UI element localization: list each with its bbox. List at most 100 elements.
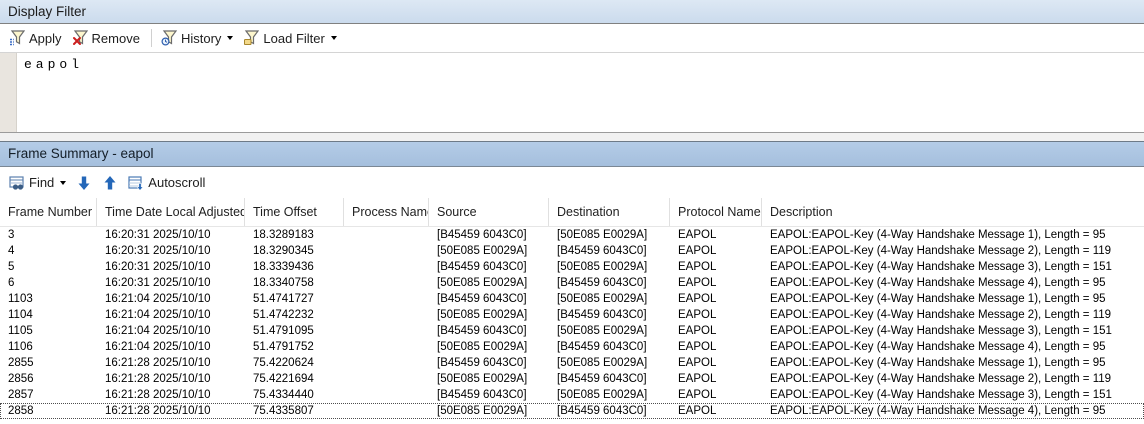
filter-history-icon xyxy=(161,30,177,46)
cell-frame-number: 1104 xyxy=(0,307,97,323)
cell-time-date-local-adjusted: 16:21:28 2025/10/10 xyxy=(97,403,245,419)
cell-process-name xyxy=(344,259,429,275)
cell-process-name xyxy=(344,291,429,307)
cell-time-date-local-adjusted: 16:20:31 2025/10/10 xyxy=(97,227,245,243)
cell-description: EAPOL:EAPOL-Key (4-Way Handshake Message… xyxy=(762,259,1144,275)
cell-protocol-name: EAPOL xyxy=(670,355,762,371)
cell-source: [B45459 6043C0] xyxy=(429,387,549,403)
cell-description: EAPOL:EAPOL-Key (4-Way Handshake Message… xyxy=(762,307,1144,323)
cell-time-date-local-adjusted: 16:20:31 2025/10/10 xyxy=(97,259,245,275)
cell-time-offset: 51.4741727 xyxy=(245,291,344,307)
cell-protocol-name: EAPOL xyxy=(670,243,762,259)
cell-frame-number: 1103 xyxy=(0,291,97,307)
table-row[interactable]: 616:20:31 2025/10/1018.3340758[50E085 E0… xyxy=(0,275,1144,291)
table-row[interactable]: 110516:21:04 2025/10/1051.4791095[B45459… xyxy=(0,323,1144,339)
cell-process-name xyxy=(344,387,429,403)
cell-protocol-name: EAPOL xyxy=(670,403,762,419)
cell-destination: [B45459 6043C0] xyxy=(549,275,670,291)
table-row[interactable]: 110416:21:04 2025/10/1051.4742232[50E085… xyxy=(0,307,1144,323)
filter-editor[interactable]: eapol xyxy=(0,53,1144,133)
cell-frame-number: 5 xyxy=(0,259,97,275)
autoscroll-icon xyxy=(128,175,144,191)
cell-protocol-name: EAPOL xyxy=(670,371,762,387)
cell-time-offset: 75.4220624 xyxy=(245,355,344,371)
table-row[interactable]: 285516:21:28 2025/10/1075.4220624[B45459… xyxy=(0,355,1144,371)
cell-time-date-local-adjusted: 16:20:31 2025/10/10 xyxy=(97,275,245,291)
table-row[interactable]: 516:20:31 2025/10/1018.3339436 [B45459 60… xyxy=(0,259,1144,275)
find-button[interactable]: Find xyxy=(5,173,72,193)
column-header-source[interactable]: Source xyxy=(429,198,549,226)
frame-summary-toolbar: Find Autoscroll xyxy=(0,167,1144,198)
cell-frame-number: 2855 xyxy=(0,355,97,371)
find-next-button[interactable] xyxy=(72,173,98,193)
column-header-description[interactable]: Description xyxy=(762,198,1144,226)
cell-time-offset: 51.4791095 xyxy=(245,323,344,339)
autoscroll-button[interactable]: Autoscroll xyxy=(124,173,211,193)
load-filter-button[interactable]: Load Filter xyxy=(239,28,342,48)
table-row[interactable]: 416:20:31 2025/10/1018.3290345[50E085 E0… xyxy=(0,243,1144,259)
cell-source: [50E085 E0029A] xyxy=(429,275,549,291)
cell-source: [50E085 E0029A] xyxy=(429,243,549,259)
column-header-destination[interactable]: Destination xyxy=(549,198,670,226)
cell-time-offset: 51.4791752 xyxy=(245,339,344,355)
cell-description: EAPOL:EAPOL-Key (4-Way Handshake Message… xyxy=(762,275,1144,291)
table-row[interactable]: 285816:21:28 2025/10/1075.4335807[50E085… xyxy=(0,403,1144,419)
cell-description: EAPOL:EAPOL-Key (4-Way Handshake Message… xyxy=(762,387,1144,403)
cell-destination: [B45459 6043C0] xyxy=(549,339,670,355)
cell-description: EAPOL:EAPOL-Key (4-Way Handshake Message… xyxy=(762,243,1144,259)
cell-time-offset: 51.4742232 xyxy=(245,307,344,323)
table-row[interactable]: 285716:21:28 2025/10/1075.4334440[B45459… xyxy=(0,387,1144,403)
frame-summary-grid: Frame NumberTime Date Local AdjustedTime… xyxy=(0,198,1144,424)
pane-splitter[interactable] xyxy=(0,133,1144,141)
cell-source: [B45459 6043C0] xyxy=(429,259,549,275)
cell-protocol-name: EAPOL xyxy=(670,259,762,275)
cell-destination: [B45459 6043C0] xyxy=(549,371,670,387)
filter-history-button[interactable]: History xyxy=(157,28,239,48)
chevron-down-icon xyxy=(227,36,233,40)
cell-process-name xyxy=(344,227,429,243)
cell-source: [50E085 E0029A] xyxy=(429,339,549,355)
cell-time-offset: 18.3289183 xyxy=(245,227,344,243)
cell-destination: [50E085 E0029A] xyxy=(549,259,670,275)
table-row[interactable]: 110316:21:04 2025/10/1051.4741727[B45459… xyxy=(0,291,1144,307)
find-label: Find xyxy=(29,175,54,190)
cell-destination: [50E085 E0029A] xyxy=(549,227,670,243)
filter-expression-text[interactable]: eapol xyxy=(17,53,1144,132)
find-previous-button[interactable] xyxy=(98,173,124,193)
load-filter-label: Load Filter xyxy=(263,31,324,46)
table-row[interactable]: 316:20:31 2025/10/1018.3289183[B45459 60… xyxy=(0,227,1144,243)
table-body: 316:20:31 2025/10/1018.3289183[B45459 60… xyxy=(0,227,1144,419)
column-header-time-offset[interactable]: Time Offset xyxy=(245,198,344,226)
cell-destination: [50E085 E0029A] xyxy=(549,355,670,371)
frame-summary-pane-title: Frame Summary - eapol xyxy=(0,141,1144,167)
autoscroll-label: Autoscroll xyxy=(148,175,205,190)
cell-protocol-name: EAPOL xyxy=(670,339,762,355)
filter-editor-gutter xyxy=(0,53,17,132)
cell-description: EAPOL:EAPOL-Key (4-Way Handshake Message… xyxy=(762,355,1144,371)
apply-filter-icon xyxy=(9,30,25,46)
column-header-time-date-local-adjusted[interactable]: Time Date Local Adjusted xyxy=(97,198,245,226)
column-header-process-name[interactable]: Process Name xyxy=(344,198,429,226)
cell-source: [50E085 E0029A] xyxy=(429,403,549,419)
apply-filter-button[interactable]: Apply xyxy=(5,28,68,48)
remove-filter-icon xyxy=(72,30,88,46)
cell-time-date-local-adjusted: 16:21:28 2025/10/10 xyxy=(97,355,245,371)
cell-protocol-name: EAPOL xyxy=(670,291,762,307)
cell-description: EAPOL:EAPOL-Key (4-Way Handshake Message… xyxy=(762,371,1144,387)
table-header-row: Frame NumberTime Date Local AdjustedTime… xyxy=(0,198,1144,227)
cell-time-offset: 18.3339436 xyxy=(245,259,344,275)
table-row[interactable]: 110616:21:04 2025/10/1051.4791752[50E085… xyxy=(0,339,1144,355)
display-filter-toolbar: Apply Remove History xyxy=(0,24,1144,53)
remove-filter-button[interactable]: Remove xyxy=(68,28,146,48)
apply-filter-label: Apply xyxy=(29,31,62,46)
cell-time-offset: 18.3340758 xyxy=(245,275,344,291)
cell-time-offset: 75.4221694 xyxy=(245,371,344,387)
cell-time-date-local-adjusted: 16:21:04 2025/10/10 xyxy=(97,291,245,307)
cell-source: [B45459 6043C0] xyxy=(429,323,549,339)
cell-time-date-local-adjusted: 16:20:31 2025/10/10 xyxy=(97,243,245,259)
table-row[interactable]: 285616:21:28 2025/10/1075.4221694[50E085… xyxy=(0,371,1144,387)
cell-time-date-local-adjusted: 16:21:04 2025/10/10 xyxy=(97,307,245,323)
column-header-frame-number[interactable]: Frame Number xyxy=(0,198,97,226)
column-header-protocol-name[interactable]: Protocol Name xyxy=(670,198,762,226)
cell-time-offset: 75.4334440 xyxy=(245,387,344,403)
